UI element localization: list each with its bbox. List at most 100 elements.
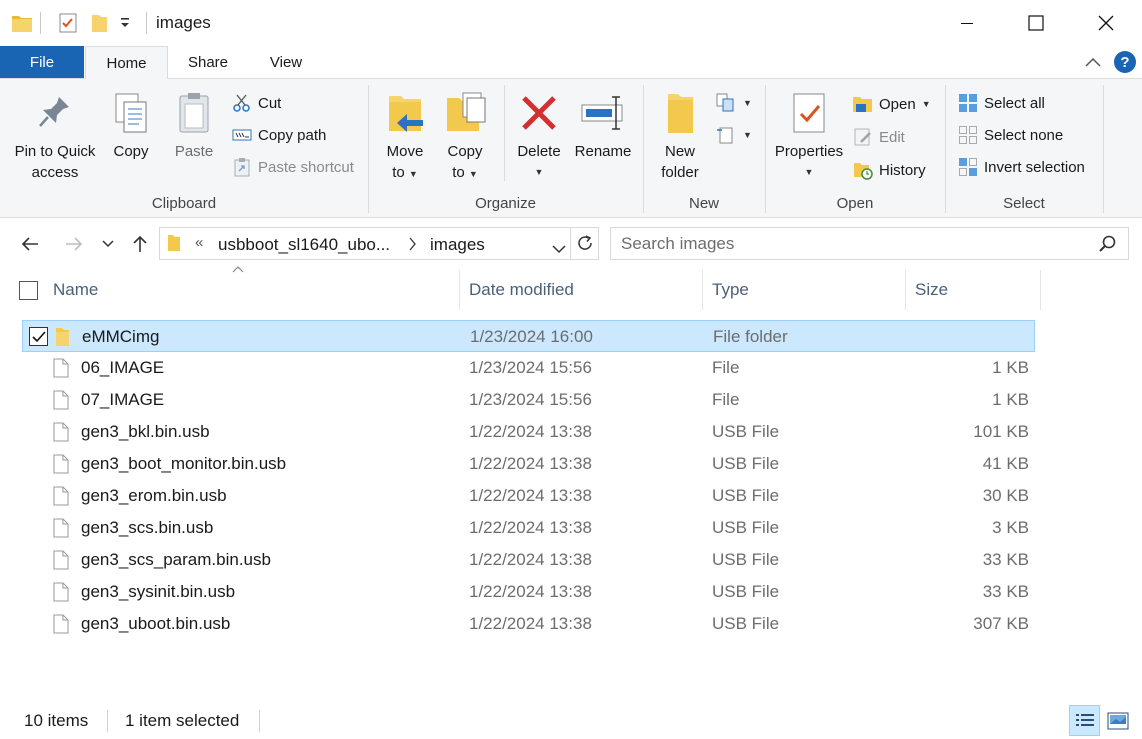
customize-toolbar-icon[interactable] bbox=[118, 15, 132, 35]
refresh-icon[interactable] bbox=[576, 234, 594, 257]
rename-button[interactable]: Rename bbox=[572, 87, 634, 162]
file-row[interactable]: gen3_bkl.bin.usb 1/22/2024 13:38 USB Fil… bbox=[22, 416, 1035, 448]
breadcrumb-parent[interactable]: usbboot_sl1640_ubo... bbox=[218, 235, 390, 255]
file-name: 06_IMAGE bbox=[81, 358, 165, 377]
divider bbox=[702, 270, 703, 310]
new-folder-button[interactable]: New folder bbox=[655, 87, 705, 183]
search-icon[interactable] bbox=[1099, 235, 1117, 257]
properties-button[interactable]: Properties ▼ bbox=[772, 87, 846, 183]
close-button[interactable] bbox=[1071, 0, 1141, 46]
copy-to-button[interactable]: Copy to ▼ bbox=[440, 87, 490, 185]
search-input[interactable] bbox=[621, 233, 1091, 255]
new-item-button[interactable]: ▼ bbox=[716, 89, 752, 117]
file-row[interactable]: 07_IMAGE 1/23/2024 15:56 File 1 KB bbox=[22, 384, 1035, 416]
copy-to-label-line1: Copy bbox=[447, 143, 483, 160]
edit-button[interactable]: Edit bbox=[852, 123, 905, 151]
address-overflow[interactable]: « bbox=[195, 234, 203, 251]
move-to-button[interactable]: Move to ▼ bbox=[380, 87, 430, 185]
edit-label: Edit bbox=[879, 128, 905, 146]
checkmark-icon bbox=[31, 330, 46, 342]
up-button[interactable] bbox=[126, 230, 154, 258]
chevron-down-icon[interactable] bbox=[552, 239, 566, 259]
row-checkbox[interactable] bbox=[29, 327, 48, 346]
tab-share[interactable]: Share bbox=[172, 46, 244, 79]
file-row[interactable]: gen3_scs.bin.usb 1/22/2024 13:38 USB Fil… bbox=[22, 512, 1035, 544]
file-row[interactable]: gen3_boot_monitor.bin.usb 1/22/2024 13:3… bbox=[22, 448, 1035, 480]
breadcrumb-current[interactable]: images bbox=[430, 235, 485, 255]
file-date: 1/23/2024 15:56 bbox=[469, 390, 592, 409]
chevron-up-icon[interactable] bbox=[1084, 55, 1102, 72]
column-header-date[interactable]: Date modified bbox=[469, 270, 574, 310]
new-folder-icon[interactable] bbox=[88, 12, 110, 38]
select-none-button[interactable]: Select none bbox=[957, 121, 1063, 149]
divider bbox=[1103, 85, 1104, 213]
file-icon bbox=[53, 422, 69, 446]
details-view-button[interactable] bbox=[1069, 705, 1100, 736]
chevron-down-icon bbox=[102, 240, 114, 248]
address-bar[interactable]: « usbboot_sl1640_ubo... images bbox=[159, 227, 599, 260]
tab-file[interactable]: File bbox=[0, 46, 84, 78]
invert-selection-button[interactable]: Invert selection bbox=[957, 153, 1085, 181]
file-name: gen3_scs_param.bin.usb bbox=[81, 550, 271, 569]
delete-icon bbox=[519, 87, 559, 139]
forward-button[interactable] bbox=[60, 230, 88, 258]
minimize-button[interactable] bbox=[932, 0, 1002, 46]
title-bar: images bbox=[0, 0, 1142, 46]
ribbon-tabs: File Home Share View ? bbox=[0, 46, 1142, 79]
file-row[interactable]: eMMCimg 1/23/2024 16:00 File folder bbox=[22, 320, 1035, 352]
file-row[interactable]: gen3_scs_param.bin.usb 1/22/2024 13:38 U… bbox=[22, 544, 1035, 576]
item-count: 10 items bbox=[24, 711, 89, 730]
recent-locations-button[interactable] bbox=[96, 230, 120, 258]
search-box[interactable] bbox=[610, 227, 1129, 260]
clipboard-icon bbox=[176, 87, 212, 139]
cut-button[interactable]: Cut bbox=[231, 89, 281, 117]
history-button[interactable]: History bbox=[852, 156, 926, 184]
pin-to-quick-access-button[interactable]: Pin to Quick access bbox=[9, 87, 101, 183]
column-header-size[interactable]: Size bbox=[915, 270, 948, 310]
file-name: 07_IMAGE bbox=[81, 390, 165, 409]
dropdown-caret-icon: ▼ bbox=[408, 169, 418, 179]
select-all-button[interactable]: Select all bbox=[957, 89, 1045, 117]
dropdown-caret-icon: ▼ bbox=[743, 130, 752, 140]
file-name: gen3_scs.bin.usb bbox=[81, 518, 214, 537]
paste-shortcut-label: Paste shortcut bbox=[258, 158, 354, 176]
column-header-type[interactable]: Type bbox=[712, 270, 749, 310]
file-name: eMMCimg bbox=[82, 327, 160, 346]
select-all-checkbox[interactable] bbox=[19, 281, 38, 300]
divider bbox=[570, 228, 571, 259]
column-header-name[interactable]: Name bbox=[53, 270, 98, 310]
tab-home[interactable]: Home bbox=[85, 46, 168, 79]
file-row[interactable]: gen3_erom.bin.usb 1/22/2024 13:38 USB Fi… bbox=[22, 480, 1035, 512]
back-button[interactable] bbox=[16, 230, 44, 258]
easy-access-button[interactable]: ▼ bbox=[716, 121, 752, 149]
maximize-button[interactable] bbox=[1001, 0, 1071, 46]
help-button[interactable]: ? bbox=[1114, 51, 1136, 73]
new-item-icon bbox=[716, 92, 738, 114]
invert-selection-icon bbox=[957, 156, 979, 178]
history-label: History bbox=[879, 161, 926, 179]
copy-button[interactable]: Copy bbox=[106, 87, 156, 162]
copy-path-button[interactable]: Copy path bbox=[231, 121, 326, 149]
paste-button[interactable]: Paste bbox=[169, 87, 219, 162]
properties-icon[interactable] bbox=[57, 12, 79, 38]
file-name: gen3_uboot.bin.usb bbox=[81, 614, 231, 633]
delete-button[interactable]: Delete ▼ bbox=[514, 87, 564, 183]
file-type: File bbox=[712, 358, 740, 377]
divider bbox=[1040, 270, 1041, 310]
chevron-right-icon[interactable] bbox=[409, 236, 417, 256]
file-row[interactable]: gen3_sysinit.bin.usb 1/22/2024 13:38 USB… bbox=[22, 576, 1035, 608]
sort-ascending-icon bbox=[232, 264, 244, 276]
file-row[interactable]: 06_IMAGE 1/23/2024 15:56 File 1 KB bbox=[22, 352, 1035, 384]
rename-icon bbox=[580, 87, 626, 139]
pin-label-line1: Pin to Quick bbox=[14, 143, 96, 160]
open-button[interactable]: Open ▼ bbox=[852, 90, 931, 118]
tab-view[interactable]: View bbox=[252, 46, 320, 79]
paste-shortcut-button[interactable]: Paste shortcut bbox=[231, 153, 354, 181]
large-icons-view-icon bbox=[1107, 712, 1128, 729]
copy-path-label: Copy path bbox=[258, 126, 327, 144]
large-icons-view-button[interactable] bbox=[1102, 705, 1133, 736]
file-row[interactable]: gen3_uboot.bin.usb 1/22/2024 13:38 USB F… bbox=[22, 608, 1035, 640]
file-icon bbox=[53, 390, 69, 414]
file-size: 307 KB bbox=[973, 614, 1029, 633]
properties-label: Properties bbox=[774, 143, 844, 160]
